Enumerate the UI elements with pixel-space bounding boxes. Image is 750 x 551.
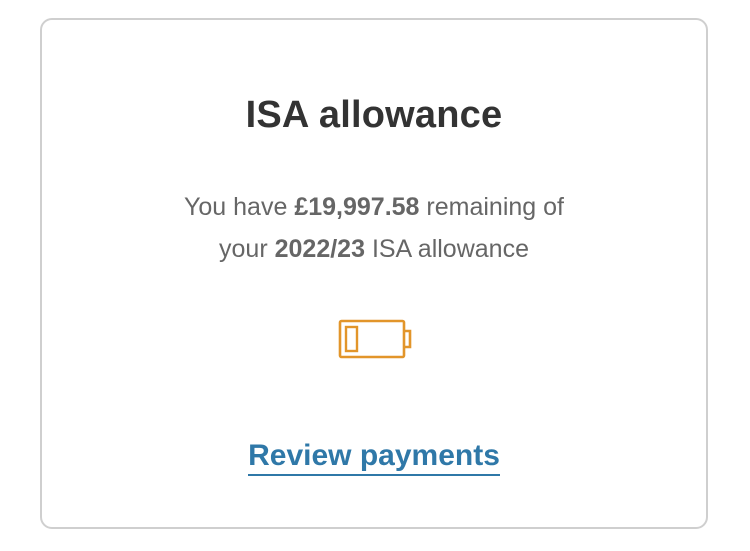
description-line-1: You have £19,997.58 remaining of: [102, 186, 646, 228]
description-suffix: ISA allowance: [371, 235, 529, 263]
card-title: ISA allowance: [245, 94, 503, 136]
remaining-amount: £19,997.58: [294, 193, 420, 221]
description-middle: remaining of: [426, 193, 564, 221]
description-prefix: You have: [184, 193, 288, 221]
description-line-2: your 2022/23 ISA allowance: [102, 228, 646, 270]
tax-year: 2022/23: [274, 235, 365, 263]
battery-level: [344, 325, 359, 353]
review-payments-link[interactable]: Review payments: [248, 439, 500, 476]
battery-low-icon: [338, 319, 412, 359]
review-payments-container: Review payments: [42, 438, 706, 476]
allowance-description: You have £19,997.58 remaining of your 20…: [102, 186, 646, 270]
description-your: your: [219, 235, 268, 263]
isa-allowance-card: ISA allowance You have £19,997.58 remain…: [40, 18, 708, 529]
